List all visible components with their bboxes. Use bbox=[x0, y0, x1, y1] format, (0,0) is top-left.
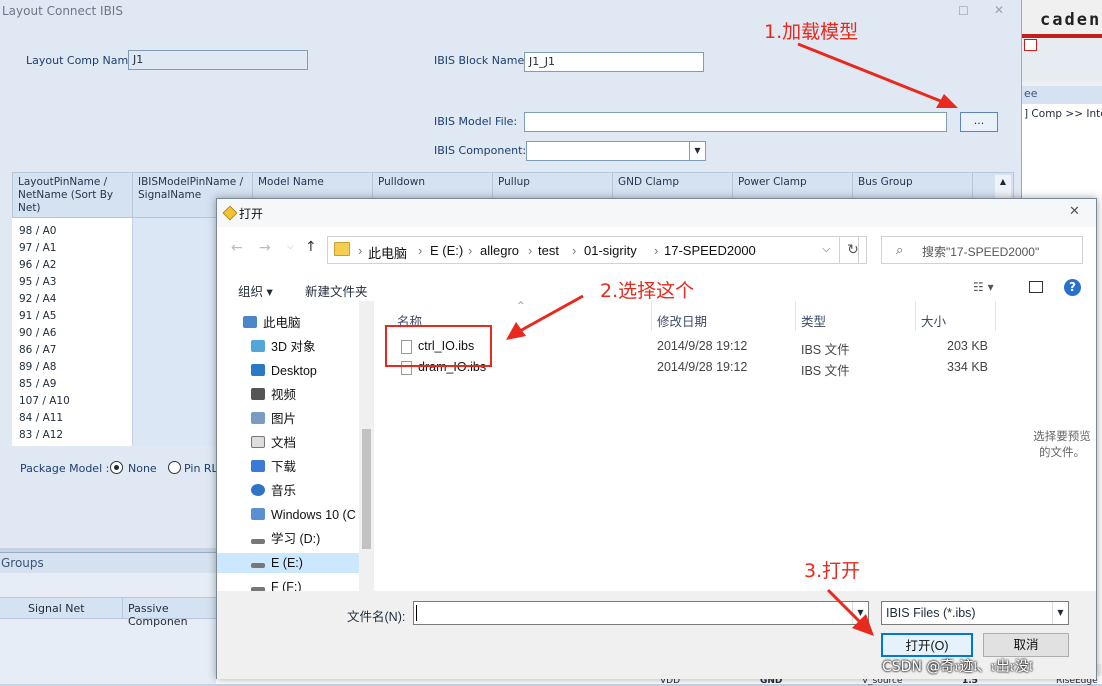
watermark: CSDN @奇𝔯迹𝔩、𝔯出𝔯没𝔩 bbox=[882, 659, 1033, 675]
annotation-step3: 3.打开 bbox=[804, 560, 861, 582]
annotation-arrows bbox=[506, 42, 958, 636]
arrow-step1 bbox=[797, 42, 958, 108]
arrow-step3 bbox=[826, 588, 874, 636]
annotation-step2: 2.选择这个 bbox=[600, 280, 695, 302]
arrow-step2 bbox=[506, 294, 584, 340]
annotation-step1: 1.加载模型 bbox=[764, 21, 859, 43]
